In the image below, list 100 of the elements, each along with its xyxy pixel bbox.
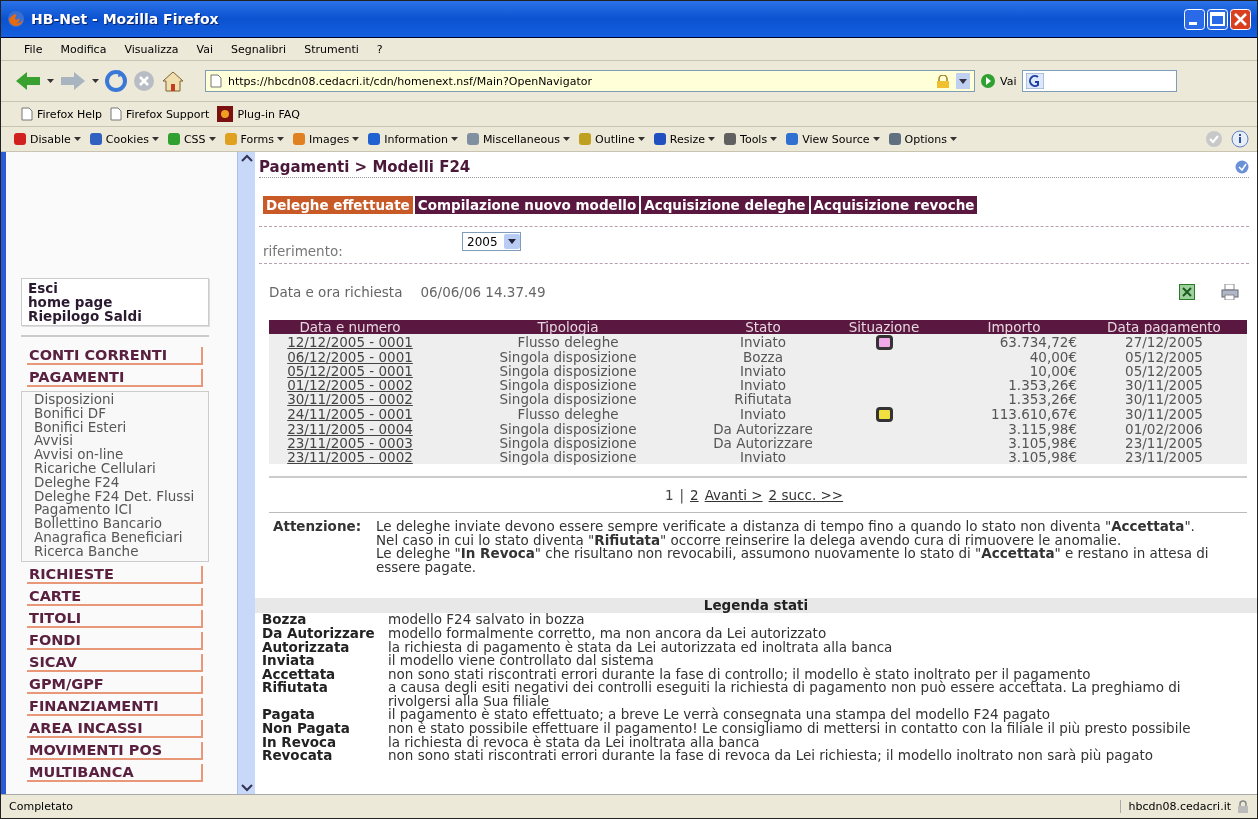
sidebar-section[interactable]: AREA INCASSI [27,719,203,738]
toolbar-menu[interactable]: Cookies [88,132,159,146]
caret-icon[interactable] [770,137,778,141]
menu-item[interactable]: File [15,42,52,56]
tab[interactable]: Acquisizione revoche [810,196,978,214]
sidebar-link[interactable]: Esci [28,281,202,295]
toolbar-menu[interactable]: Disable [13,132,81,146]
menu-item[interactable]: Vai [187,42,223,56]
home-icon[interactable] [161,70,185,92]
submenu-item[interactable]: Bollettino Bancario [34,517,208,531]
menu-item[interactable]: Visualizza [115,42,188,56]
caret-icon[interactable] [950,137,957,141]
page-link[interactable]: 2 [690,487,699,504]
menu-item[interactable]: Strumenti [295,42,368,56]
sidebar-section[interactable]: SICAV [27,653,203,672]
dropdown-icon[interactable] [956,73,970,89]
toolbar-menu[interactable]: Forms [223,132,284,146]
printer-icon[interactable] [1221,284,1239,300]
caret-icon[interactable] [450,137,458,141]
caret-icon[interactable] [708,137,716,141]
submenu-item[interactable]: Ricerca Banche [34,544,208,559]
sidebar-section[interactable]: CONTI CORRENTI [27,347,203,365]
table-cell: Inviato [705,377,821,393]
tab[interactable]: Compilazione nuovo modello [414,196,640,214]
record-link[interactable]: 24/11/2005 - 0001 [287,406,413,422]
toolbar-menu[interactable]: View Source [785,132,880,146]
scrollbar[interactable] [237,152,255,794]
reload-icon[interactable] [105,70,127,92]
sidebar-section[interactable]: MOVIMENTI POS [27,741,203,760]
submenu-item[interactable]: Bonifici Esteri [34,420,208,435]
spreadsheet-icon[interactable] [1179,284,1195,300]
record-link[interactable]: 06/12/2005 - 0001 [287,348,413,365]
bookmark-link[interactable]: Firefox Support [110,107,210,121]
page-link[interactable]: 2 succ. >> [768,487,844,504]
toolbar-menu[interactable]: CSS [166,132,216,146]
toolbar-menu[interactable]: Information [367,132,458,146]
submenu-item[interactable]: Avvisi [34,434,208,449]
sidebar-section[interactable]: MULTIBANCA [27,763,203,782]
sidebar-section[interactable]: PAGAMENTI [27,369,203,387]
toolbar-menu[interactable]: Tools [723,132,778,146]
sidebar-section[interactable]: GPM/GPF [27,675,203,694]
caret-icon[interactable] [352,137,360,141]
toolbar-menu[interactable]: Outline [578,132,645,146]
record-link[interactable]: 23/11/2005 - 0003 [287,435,413,452]
submenu-item[interactable]: Ricariche Cellulari [34,462,208,476]
submenu-item[interactable]: Deleghe F24 Det. Flussi [34,489,208,504]
caret-icon[interactable] [92,79,99,83]
submenu-item[interactable]: Disposizioni [34,393,208,407]
record-link[interactable]: 23/11/2005 - 0002 [287,449,413,466]
bookmark-link[interactable]: Firefox Help [21,107,102,121]
year-select[interactable]: 2005 [462,232,521,251]
search-field[interactable] [1022,70,1178,92]
caret-icon[interactable] [73,137,81,141]
record-link[interactable]: 23/11/2005 - 0004 [287,420,413,437]
submenu-item[interactable]: Bonifici DF [34,406,208,421]
toolbar-menu[interactable]: Images [292,132,360,146]
maximize-button[interactable] [1207,8,1228,30]
toolbar-menu[interactable]: Miscellaneous [465,132,570,146]
scroll-up-icon[interactable] [240,154,253,162]
tab[interactable]: Deleghe effettuate [263,196,413,214]
legend-term: Inviata [262,654,316,668]
menu-item[interactable]: ? [367,42,392,56]
record-link[interactable]: 12/12/2005 - 0001 [287,333,413,350]
tab[interactable]: Acquisizione deleghe [641,196,809,214]
sidebar-link[interactable]: Riepilogo Saldi [28,309,202,323]
caret-icon[interactable] [637,137,645,141]
info-icon [1231,130,1249,148]
toolbar-menu[interactable]: Resize [652,132,716,146]
caret-icon[interactable] [151,137,159,141]
sidebar-link[interactable]: home page [28,295,202,309]
caret-icon[interactable] [563,137,570,141]
page-icon [21,107,33,121]
record-link[interactable]: 30/11/2005 - 0002 [287,391,413,408]
menu-item[interactable]: Modifica [51,42,116,56]
submenu-item[interactable]: Anagrafica Beneficiari [34,530,208,545]
submenu-item[interactable]: Deleghe F24 [34,475,208,490]
sidebar-section[interactable]: FONDI [27,631,203,650]
minimize-button[interactable] [1184,8,1205,30]
caret-icon[interactable] [208,137,216,141]
toolbar-icon [292,132,306,146]
caret-icon[interactable] [47,79,54,83]
table-cell: 113.610,67€ [947,406,1081,422]
go-button[interactable]: Vai [981,74,1017,88]
page-link[interactable]: Avanti > [704,487,763,504]
submenu-item[interactable]: Pagamento ICI [34,503,208,518]
back-icon[interactable] [15,70,41,92]
sidebar-section[interactable]: CARTE [27,587,203,606]
toolbar-menu[interactable]: Options [887,132,957,146]
bookmark-link[interactable]: Plug-in FAQ [217,106,300,122]
caret-icon[interactable] [277,137,284,141]
sidebar-section[interactable]: TITOLI [27,609,203,628]
status-host: hbcdn08.cedacri.it [1128,799,1231,813]
sidebar-section[interactable]: FINANZIAMENTI [27,697,203,716]
caret-icon[interactable] [872,137,880,141]
submenu-item[interactable]: Avvisi on-line [34,448,208,462]
scroll-down-icon[interactable] [240,784,253,792]
address-field[interactable]: https://hbcdn08.cedacri.it/cdn/homenext.nsf/Main?OpenNavigator [205,70,975,92]
sidebar-section[interactable]: RICHIESTE [27,565,203,584]
close-button[interactable] [1230,8,1251,30]
menu-item[interactable]: Segnalibri [222,42,296,56]
